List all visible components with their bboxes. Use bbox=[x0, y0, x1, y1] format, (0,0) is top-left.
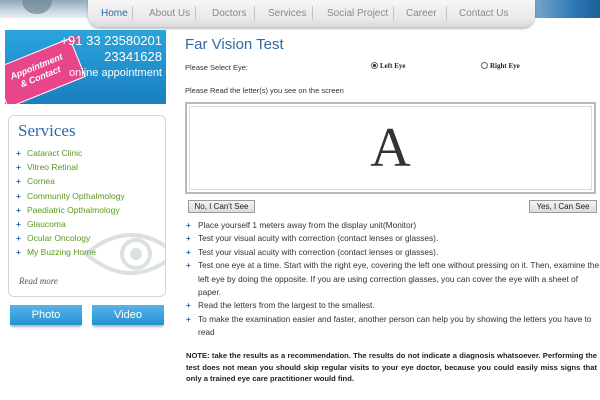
instruction-text: Place yourself 1 meters away from the di… bbox=[198, 220, 417, 230]
appointment-phone-secondary: 23341628 bbox=[104, 49, 162, 64]
nav-contact-us[interactable]: Contact Us bbox=[459, 8, 508, 19]
service-item-label: Paediatric Opthalmology bbox=[26, 204, 120, 215]
top-strip: Home About Us Doctors Services Social Pr… bbox=[0, 0, 600, 28]
services-sidebar: Services + Cataract Clinic + Vitreo Retina… bbox=[8, 115, 166, 297]
instruction-text: To make the examination easier and faste… bbox=[198, 313, 592, 338]
nav-services[interactable]: Services bbox=[268, 8, 306, 19]
instruction-item: + Test one eye at a time. Start with the … bbox=[186, 259, 600, 299]
disclaimer-note: NOTE: take the results as a recommendati… bbox=[186, 351, 597, 384]
appointment-phone-primary: +91 33 23580201 bbox=[60, 33, 162, 48]
nav-divider bbox=[195, 6, 196, 20]
radio-unselected-icon bbox=[481, 62, 488, 69]
letter-display-box: A bbox=[185, 102, 596, 194]
plus-bullet-icon: + bbox=[16, 233, 21, 244]
appointment-banner[interactable]: Appointment & Contact ☎ +91 33 23580201 … bbox=[5, 30, 166, 104]
service-item-label: Glaucoma bbox=[26, 218, 66, 229]
service-item-label: Community Opthalmology bbox=[26, 190, 125, 201]
plus-bullet-icon: + bbox=[186, 233, 191, 244]
plus-bullet-icon: + bbox=[16, 218, 21, 229]
nav-divider bbox=[393, 6, 394, 20]
radio-selected-icon bbox=[371, 62, 378, 69]
plus-bullet-icon: + bbox=[16, 176, 21, 187]
service-item-label: Cornea bbox=[26, 176, 55, 187]
nav-divider bbox=[312, 6, 313, 20]
services-title: Services bbox=[18, 121, 76, 140]
main-navigation: Home About Us Doctors Services Social Pr… bbox=[88, 0, 535, 27]
plus-bullet-icon: + bbox=[16, 247, 21, 258]
instruction-item: + To make the examination easier and fast… bbox=[186, 313, 600, 340]
video-button[interactable]: Video bbox=[92, 305, 164, 325]
instruction-item: + Place yourself 1 meters away from the d… bbox=[186, 219, 600, 232]
plus-bullet-icon: + bbox=[16, 148, 21, 158]
nav-home[interactable]: Home bbox=[101, 8, 128, 19]
service-item-paediatric-opthalmology[interactable]: + Paediatric Opthalmology bbox=[16, 205, 161, 219]
plus-bullet-icon: + bbox=[186, 220, 191, 230]
service-item-vitreo-retinal[interactable]: + Vitreo Retinal bbox=[16, 162, 161, 176]
instruction-text: Test your visual acuity with correction … bbox=[198, 233, 439, 244]
right-eye-label: Right Eye bbox=[490, 62, 520, 70]
plus-bullet-icon: + bbox=[186, 246, 191, 257]
plus-bullet-icon: + bbox=[186, 313, 191, 324]
eye-icon bbox=[82, 233, 165, 275]
service-item-community-opthalmology[interactable]: + Community Opthalmology bbox=[16, 191, 161, 205]
right-eye-radio[interactable]: Right Eye bbox=[481, 62, 520, 70]
service-item-label: Vitreo Retinal bbox=[26, 162, 78, 173]
left-eye-label: Left Eye bbox=[380, 62, 406, 70]
instructions-list: + Place yourself 1 meters away from the d… bbox=[186, 219, 600, 340]
header-image-left bbox=[0, 0, 92, 18]
plus-bullet-icon: + bbox=[16, 204, 21, 215]
nav-divider bbox=[254, 6, 255, 20]
can-see-button[interactable]: Yes, I Can See bbox=[529, 200, 597, 213]
plus-bullet-icon: + bbox=[186, 300, 191, 311]
select-eye-label: Please Select Eye: bbox=[185, 63, 248, 72]
photo-button[interactable]: Photo bbox=[10, 305, 82, 325]
instruction-text: Test one eye at a time. Start with the r… bbox=[198, 260, 600, 298]
cant-see-button[interactable]: No, I Can't See bbox=[188, 200, 255, 213]
nav-social-project[interactable]: Social Project bbox=[327, 8, 388, 19]
header-image-right bbox=[534, 0, 600, 18]
nav-career[interactable]: Career bbox=[406, 8, 437, 19]
read-more-link[interactable]: Read more bbox=[19, 276, 58, 286]
left-eye-radio[interactable]: Left Eye bbox=[371, 62, 405, 70]
test-letter: A bbox=[370, 117, 411, 179]
instruction-item: + Test your visual acuity with correction… bbox=[186, 246, 600, 259]
instruction-text: Read the letters from the largest to the… bbox=[198, 300, 375, 311]
nav-divider bbox=[446, 6, 447, 20]
instruction-item: + Test your visual acuity with correction… bbox=[186, 232, 600, 245]
nav-doctors[interactable]: Doctors bbox=[212, 8, 246, 19]
service-item-cataract-clinic[interactable]: + Cataract Clinic bbox=[16, 148, 161, 162]
service-item-label: Cataract Clinic bbox=[26, 148, 83, 158]
read-instruction: Please Read the letter(s) you see on the… bbox=[185, 86, 344, 95]
instruction-item: + Read the letters from the largest to th… bbox=[186, 299, 600, 312]
page-title: Far Vision Test bbox=[185, 36, 284, 53]
nav-about-us[interactable]: About Us bbox=[149, 8, 190, 19]
plus-bullet-icon: + bbox=[186, 260, 191, 271]
plus-bullet-icon: + bbox=[16, 162, 21, 173]
instruction-text: Test your visual acuity with correction … bbox=[198, 246, 439, 257]
plus-bullet-icon: + bbox=[16, 190, 21, 201]
service-item-cornea[interactable]: + Cornea bbox=[16, 176, 161, 190]
nav-divider bbox=[132, 6, 133, 20]
online-appointment-link[interactable]: online appointment bbox=[69, 67, 162, 79]
